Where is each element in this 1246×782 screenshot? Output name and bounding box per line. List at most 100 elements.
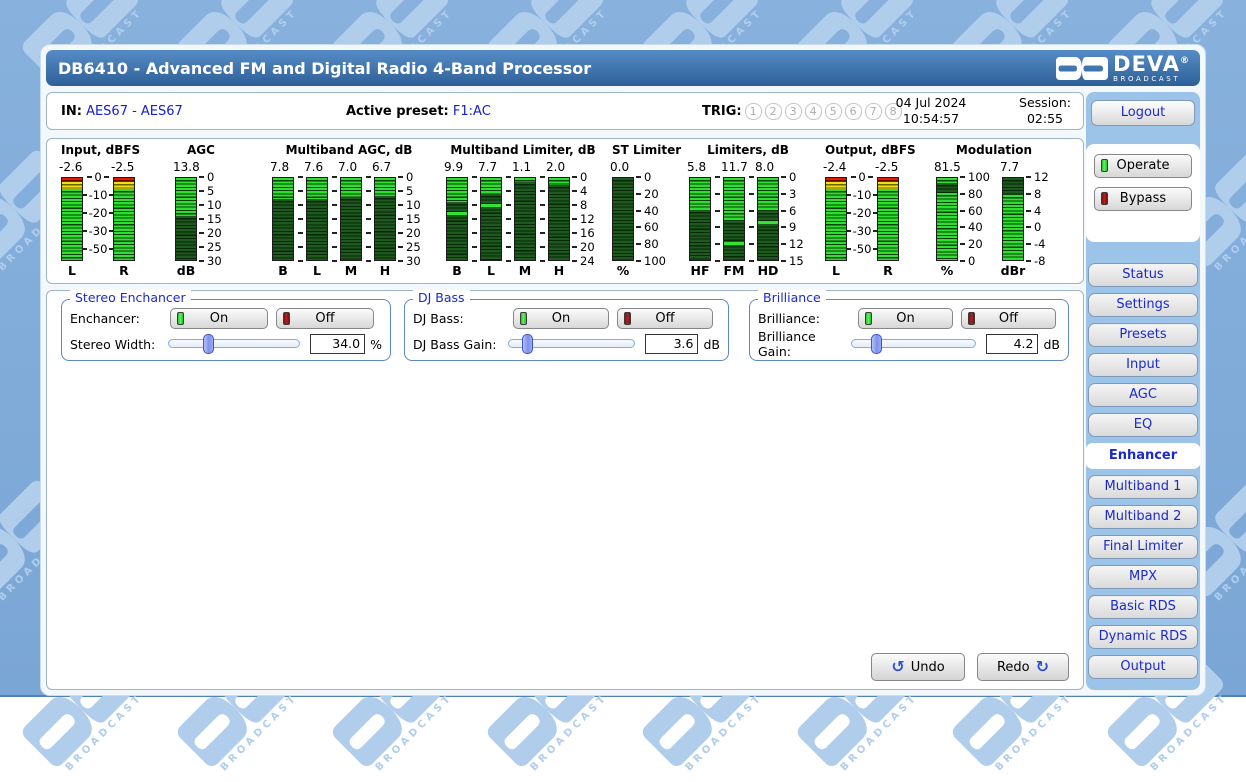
meter-value: 2.0: [546, 160, 570, 177]
tick-dash: [398, 176, 403, 178]
trig-button-3[interactable]: 3: [785, 103, 802, 120]
meter-value: 7.6: [304, 160, 328, 177]
tick-dash: [398, 218, 403, 220]
meter-segment-green: [826, 189, 846, 260]
meter-segment-dark: [724, 221, 744, 260]
sidebar-item-settings[interactable]: Settings: [1088, 293, 1198, 317]
trig-button-6[interactable]: 6: [845, 103, 862, 120]
tick-label: 3: [789, 187, 796, 201]
redo-button[interactable]: Redo ↻: [977, 653, 1069, 681]
dj-bass-gain-unit: dB: [703, 337, 720, 352]
sidebar-item-multiband-1[interactable]: Multiband 1: [1088, 475, 1198, 499]
meter-tick-column: [745, 177, 757, 261]
title-bar: DB6410 - Advanced FM and Digital Radio 4…: [46, 50, 1200, 86]
sidebar-item-output[interactable]: Output: [1088, 655, 1198, 679]
enhancer-on-button[interactable]: On: [170, 308, 268, 329]
tick-label: 12: [1034, 170, 1049, 184]
meter-scale: 0-10-20-30-50: [83, 177, 113, 261]
tick-label: 0: [1034, 220, 1041, 234]
enhancer-toggle-label: Enchancer:: [70, 311, 170, 326]
deva-logo: DEVA® BROADCAST: [1056, 54, 1190, 83]
slider-thumb[interactable]: [203, 334, 214, 354]
meter: 7.6L: [306, 160, 328, 278]
meter-label: %: [609, 263, 637, 278]
tick: [502, 232, 514, 234]
meter-bar: [612, 177, 634, 261]
meter-tick-column: [468, 177, 480, 261]
meter-tick-column: [362, 177, 374, 261]
trig-button-1[interactable]: 1: [745, 103, 762, 120]
tick: [536, 204, 548, 206]
meter-scale: 0-10-20-30-50: [847, 177, 877, 261]
sidebar-item-status[interactable]: Status: [1088, 263, 1198, 287]
slider-thumb[interactable]: [522, 334, 533, 354]
sidebar-item-mpx[interactable]: MPX: [1088, 565, 1198, 589]
scale-tick: -20: [83, 206, 113, 220]
meter-segment-dark: [273, 199, 293, 260]
dj-bass-gain-slider[interactable]: [508, 334, 635, 354]
tick: [536, 190, 548, 192]
meter-segment-dark: [758, 211, 778, 260]
meter-segment-dark: [690, 210, 710, 260]
meter-row: 0.0%020406080100: [612, 160, 681, 278]
dj-bass-on-button[interactable]: On: [513, 308, 609, 329]
meter-group: Limiters, dB5.8HF11.7FM8.0HD03691215: [689, 143, 807, 278]
undo-button[interactable]: ↺ Undo: [871, 653, 965, 681]
tick-dash: [472, 232, 477, 234]
tick-dash: [960, 176, 965, 178]
sidebar-item-eq[interactable]: EQ: [1088, 413, 1198, 437]
sidebar-item-agc[interactable]: AGC: [1088, 383, 1198, 407]
slider-thumb[interactable]: [871, 334, 882, 354]
preset-label: Active preset:: [346, 104, 449, 119]
meter: 5.8HF: [689, 160, 711, 278]
enhancer-off-button[interactable]: Off: [276, 308, 374, 329]
scale-tick: -20: [847, 206, 877, 220]
brilliance-gain-slider[interactable]: [851, 334, 976, 354]
brilliance-on-button[interactable]: On: [858, 308, 953, 329]
sidebar-item-multiband-2[interactable]: Multiband 2: [1088, 505, 1198, 529]
sidebar-item-basic-rds[interactable]: Basic RDS: [1088, 595, 1198, 619]
slider-track[interactable]: [851, 339, 976, 348]
operate-button[interactable]: Operate: [1094, 154, 1192, 178]
meter-segment-dark: [307, 199, 327, 261]
tick-dash: [332, 246, 337, 248]
scale-tick: 15: [396, 212, 426, 226]
scale-tick: 5: [197, 184, 227, 198]
trig-button-2[interactable]: 2: [765, 103, 782, 120]
dj-bass-off-button[interactable]: Off: [617, 308, 713, 329]
brilliance-gain-value[interactable]: 4.2: [986, 334, 1039, 354]
tick-dash: [506, 218, 511, 220]
sidebar-item-presets[interactable]: Presets: [1088, 323, 1198, 347]
tick-label: 24: [580, 254, 595, 268]
bypass-button[interactable]: Bypass: [1094, 187, 1192, 211]
tick-dash: [749, 226, 754, 228]
tick: [536, 232, 548, 234]
tick-dash: [1026, 243, 1031, 245]
time-text: 10:54:57: [903, 111, 959, 127]
tick-dash: [636, 210, 641, 212]
logout-button[interactable]: Logout: [1091, 100, 1195, 126]
tick-dash: [1026, 193, 1031, 195]
scale-tick: 30: [396, 254, 426, 268]
stereo-width-slider[interactable]: [168, 334, 300, 354]
trig-button-5[interactable]: 5: [825, 103, 842, 120]
tick: [362, 246, 374, 248]
meter-value: 5.8: [687, 160, 711, 177]
brilliance-off-button[interactable]: Off: [961, 308, 1056, 329]
dj-bass-gain-value[interactable]: 3.6: [645, 334, 698, 354]
meter-group: Modulation81.5%1008060402007.7dBr12840-4…: [936, 143, 1052, 278]
sidebar-item-dynamic-rds[interactable]: Dynamic RDS: [1088, 625, 1198, 649]
stereo-width-value[interactable]: 34.0: [310, 334, 365, 354]
meter-group-title: ST Limiter: [612, 143, 681, 159]
tick-dash: [715, 176, 720, 178]
slider-track[interactable]: [168, 339, 300, 348]
scale-tick: 4: [1024, 204, 1052, 218]
tick: [328, 260, 340, 262]
sidebar-item-final-limiter[interactable]: Final Limiter: [1088, 535, 1198, 559]
trig-button-4[interactable]: 4: [805, 103, 822, 120]
tick-dash: [506, 260, 511, 262]
sidebar-item-enhancer[interactable]: Enhancer: [1085, 443, 1201, 469]
tick-dash: [636, 243, 641, 245]
sidebar-item-input[interactable]: Input: [1088, 353, 1198, 377]
meter-segment-dark: [937, 183, 957, 193]
